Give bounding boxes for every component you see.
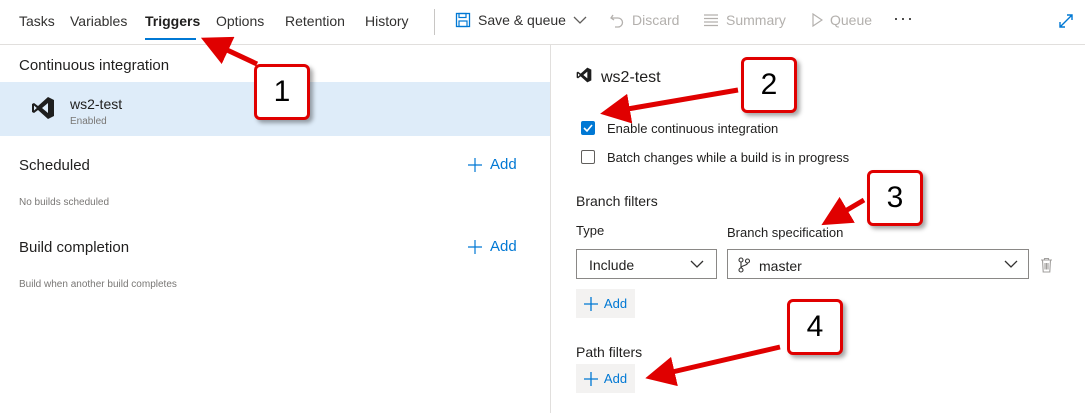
batch-changes-checkbox[interactable] <box>581 150 595 164</box>
callout-2: 2 <box>741 57 797 113</box>
add-build-completion-button[interactable]: Add <box>468 238 517 255</box>
add-schedule-label: Add <box>490 156 517 173</box>
plus-icon <box>468 239 482 254</box>
filter-type-dropdown[interactable]: Include <box>576 249 717 279</box>
save-queue-button[interactable]: Save & queue <box>455 12 587 28</box>
visual-studio-icon <box>32 97 54 119</box>
more-actions-button[interactable]: ··· <box>893 8 914 29</box>
arrow-4 <box>645 344 781 387</box>
add-schedule-button[interactable]: Add <box>468 156 517 173</box>
expand-icon[interactable] <box>1058 13 1074 29</box>
summary-label: Summary <box>726 12 786 28</box>
discard-button[interactable]: Discard <box>609 12 679 28</box>
tab-triggers[interactable]: Triggers <box>145 13 200 29</box>
tab-retention[interactable]: Retention <box>285 13 345 29</box>
build-completion-heading: Build completion <box>19 239 130 256</box>
arrow-2 <box>600 87 739 124</box>
save-queue-label: Save & queue <box>478 12 566 28</box>
chevron-down-icon <box>690 260 704 268</box>
queue-button[interactable]: Queue <box>811 12 872 28</box>
discard-label: Discard <box>632 12 680 28</box>
batch-changes-label[interactable]: Batch changes while a build is in progre… <box>607 150 849 165</box>
callout-4: 4 <box>787 299 843 355</box>
summary-button[interactable]: Summary <box>703 12 786 28</box>
build-completion-description: Build when another build completes <box>19 279 177 290</box>
add-branch-filter-label: Add <box>603 296 628 311</box>
checkmark-icon <box>583 124 593 133</box>
visual-studio-icon <box>576 67 592 83</box>
trigger-detail-title: ws2-test <box>601 69 661 86</box>
arrow-1 <box>200 36 259 67</box>
add-path-filter-label: Add <box>603 371 628 386</box>
branch-specification-value: master <box>759 258 802 274</box>
plus-icon <box>583 371 598 386</box>
toolbar-divider <box>434 9 435 35</box>
branch-filters-heading: Branch filters <box>576 193 658 209</box>
type-label: Type <box>576 223 605 238</box>
no-builds-scheduled-text: No builds scheduled <box>19 197 110 208</box>
delete-icon[interactable] <box>1040 257 1053 273</box>
queue-label: Queue <box>830 12 873 28</box>
filter-type-value: Include <box>589 257 635 273</box>
scheduled-heading: Scheduled <box>19 157 90 174</box>
plus-icon <box>583 296 598 311</box>
arrow-3 <box>821 196 866 226</box>
enable-ci-checkbox[interactable] <box>581 121 595 135</box>
add-build-completion-label: Add <box>490 238 517 255</box>
callout-1: 1 <box>254 64 310 120</box>
save-icon <box>455 12 471 28</box>
chevron-down-icon <box>1004 260 1018 268</box>
enable-ci-label[interactable]: Enable continuous integration <box>607 121 778 136</box>
add-branch-filter-button[interactable]: Add <box>576 289 635 318</box>
undo-icon <box>610 14 624 28</box>
top-toolbar: Tasks Variables Triggers Options Retenti… <box>0 0 1085 45</box>
branch-specification-label: Branch specification <box>727 225 844 240</box>
active-tab-indicator <box>145 38 196 40</box>
tab-variables[interactable]: Variables <box>70 13 127 29</box>
play-icon <box>812 13 823 27</box>
tab-options[interactable]: Options <box>216 13 264 29</box>
add-path-filter-button[interactable]: Add <box>576 364 635 393</box>
tab-tasks[interactable]: Tasks <box>19 13 55 29</box>
list-icon <box>704 14 718 27</box>
continuous-integration-heading: Continuous integration <box>19 57 170 74</box>
tab-history[interactable]: History <box>365 13 409 29</box>
plus-icon <box>468 157 482 172</box>
ci-item-name[interactable]: ws2-test <box>70 96 122 112</box>
callout-3: 3 <box>867 170 923 226</box>
branch-specification-dropdown[interactable]: master <box>727 249 1029 279</box>
pane-splitter[interactable] <box>550 45 551 413</box>
path-filters-heading: Path filters <box>576 344 643 360</box>
chevron-down-icon <box>573 16 587 24</box>
branch-icon <box>738 257 750 273</box>
ci-item-status: Enabled <box>70 116 107 127</box>
